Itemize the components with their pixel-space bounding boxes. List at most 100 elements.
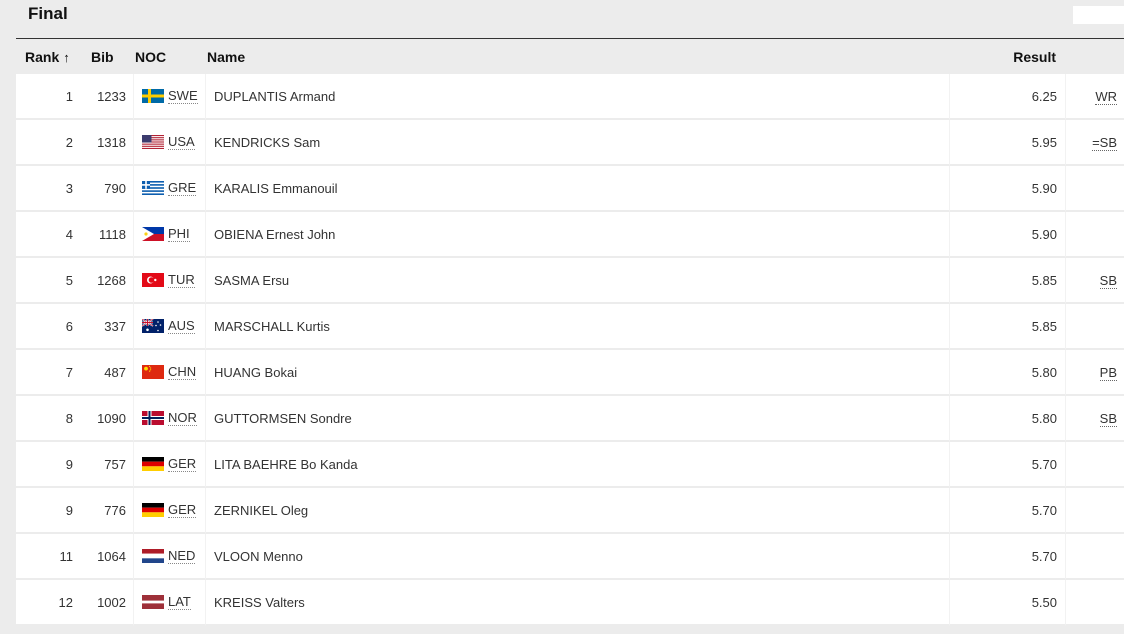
rank-column-header[interactable]: Rank ↑: [16, 39, 80, 74]
table-row[interactable]: 9 776 GER ZERNIKEL Oleg 5.70: [16, 488, 1124, 534]
table-row[interactable]: 2 1318 USA KENDRICKS Sam 5.95 =SB: [16, 120, 1124, 166]
noc-code[interactable]: NOR: [168, 410, 197, 426]
table-row[interactable]: 9 757 GER LITA BAEHRE Bo Kanda 5.70: [16, 442, 1124, 488]
rank-cell: 7: [16, 350, 80, 396]
noc-cell: NOR: [133, 396, 205, 442]
top-right-control[interactable]: [1073, 6, 1124, 24]
noc-code[interactable]: NED: [168, 548, 196, 564]
result-cell: 5.50: [949, 580, 1065, 626]
noc-cell: CHN: [133, 350, 205, 396]
table-row[interactable]: 11 1064 NED VLOON Menno 5.70: [16, 534, 1124, 580]
table-row[interactable]: 12 1002 LAT KREISS Valters 5.50: [16, 580, 1124, 626]
athlete-name[interactable]: KREISS Valters: [205, 580, 949, 626]
bib-header-label: Bib: [91, 48, 114, 65]
name-column-header[interactable]: Name: [205, 39, 949, 74]
noc-code[interactable]: PHI: [168, 226, 190, 242]
rank-cell: 1: [16, 74, 80, 120]
record-abbreviation[interactable]: SB: [1099, 272, 1117, 289]
athlete-name[interactable]: GUTTORMSEN Sondre: [205, 396, 949, 442]
result-cell: 5.85: [949, 258, 1065, 304]
bib-cell: 790: [80, 166, 133, 212]
bib-cell: 1268: [80, 258, 133, 304]
table-row[interactable]: 8 1090 NOR GUTTORMSEN Sondre 5.80 SB: [16, 396, 1124, 442]
noc-code[interactable]: AUS: [168, 318, 195, 334]
noc-code[interactable]: SWE: [168, 88, 198, 104]
noc-code[interactable]: LAT: [168, 594, 191, 610]
record-note-cell: [1065, 488, 1124, 534]
rank-header-label: Rank: [25, 48, 60, 65]
athlete-name[interactable]: KENDRICKS Sam: [205, 120, 949, 166]
noc-cell: PHI: [133, 212, 205, 258]
athlete-name[interactable]: ZERNIKEL Oleg: [205, 488, 949, 534]
record-note-cell: PB: [1065, 350, 1124, 396]
tur-flag-icon: [142, 273, 164, 287]
phi-flag-icon: [142, 227, 164, 241]
record-note-cell: SB: [1065, 396, 1124, 442]
record-note-cell: =SB: [1065, 120, 1124, 166]
page-title: Final: [28, 4, 68, 23]
athlete-name[interactable]: MARSCHALL Kurtis: [205, 304, 949, 350]
table-row[interactable]: 1 1233 SWE DUPLANTIS Armand 6.25 WR: [16, 74, 1124, 120]
noc-cell: NED: [133, 534, 205, 580]
table-row[interactable]: 3 790 GRE KARALIS Emmanouil 5.90: [16, 166, 1124, 212]
result-cell: 5.70: [949, 488, 1065, 534]
rank-cell: 11: [16, 534, 80, 580]
noc-code[interactable]: CHN: [168, 364, 197, 380]
rank-cell: 5: [16, 258, 80, 304]
noc-header-label: NOC: [135, 48, 167, 65]
athlete-name[interactable]: SASMA Ersu: [205, 258, 949, 304]
bib-cell: 1002: [80, 580, 133, 626]
result-cell: 5.70: [949, 534, 1065, 580]
record-note-cell: WR: [1065, 74, 1124, 120]
result-cell: 5.95: [949, 120, 1065, 166]
gre-flag-icon: [142, 181, 164, 195]
athlete-name[interactable]: DUPLANTIS Armand: [205, 74, 949, 120]
noc-code[interactable]: USA: [168, 134, 195, 150]
table-row[interactable]: 6 337 AUS MARSCHALL Kurtis 5.85: [16, 304, 1124, 350]
bib-cell: 487: [80, 350, 133, 396]
results-table: Rank ↑ Bib NOC Name Result 1 1233 SWE DUPLAN…: [16, 39, 1124, 626]
result-cell: 5.90: [949, 166, 1065, 212]
table-row[interactable]: 7 487 CHN HUANG Bokai 5.80 PB: [16, 350, 1124, 396]
rank-cell: 2: [16, 120, 80, 166]
bib-cell: 757: [80, 442, 133, 488]
noc-cell: LAT: [133, 580, 205, 626]
record-abbreviation[interactable]: =SB: [1092, 134, 1117, 151]
lat-flag-icon: [142, 595, 164, 609]
bib-column-header[interactable]: Bib: [80, 39, 133, 74]
athlete-name[interactable]: KARALIS Emmanouil: [205, 166, 949, 212]
noc-code[interactable]: GER: [168, 456, 197, 472]
noc-column-header[interactable]: NOC: [133, 39, 205, 74]
bib-cell: 1318: [80, 120, 133, 166]
athlete-name[interactable]: VLOON Menno: [205, 534, 949, 580]
noc-cell: USA: [133, 120, 205, 166]
bib-cell: 776: [80, 488, 133, 534]
table-header: Rank ↑ Bib NOC Name Result: [16, 39, 1124, 74]
rank-cell: 8: [16, 396, 80, 442]
rank-cell: 6: [16, 304, 80, 350]
noc-code[interactable]: GER: [168, 502, 197, 518]
bib-cell: 1064: [80, 534, 133, 580]
athlete-name[interactable]: LITA BAEHRE Bo Kanda: [205, 442, 949, 488]
notes-column-header: [1065, 39, 1124, 74]
record-note-cell: [1065, 580, 1124, 626]
rank-cell: 9: [16, 488, 80, 534]
result-cell: 5.80: [949, 350, 1065, 396]
athlete-name[interactable]: OBIENA Ernest John: [205, 212, 949, 258]
name-header-label: Name: [207, 48, 246, 65]
ger-flag-icon: [142, 457, 164, 471]
athlete-name[interactable]: HUANG Bokai: [205, 350, 949, 396]
record-abbreviation[interactable]: PB: [1099, 364, 1117, 381]
result-header-label: Result: [1013, 48, 1056, 65]
result-column-header[interactable]: Result: [949, 39, 1065, 74]
record-note-cell: [1065, 166, 1124, 212]
record-abbreviation[interactable]: SB: [1099, 410, 1117, 427]
table-row[interactable]: 4 1118 PHI OBIENA Ernest John 5.90: [16, 212, 1124, 258]
usa-flag-icon: [142, 135, 164, 149]
noc-code[interactable]: TUR: [168, 272, 195, 288]
table-row[interactable]: 5 1268 TUR SASMA Ersu 5.85 SB: [16, 258, 1124, 304]
record-abbreviation[interactable]: WR: [1095, 88, 1117, 105]
record-note-cell: [1065, 534, 1124, 580]
rank-cell: 12: [16, 580, 80, 626]
noc-code[interactable]: GRE: [168, 180, 197, 196]
